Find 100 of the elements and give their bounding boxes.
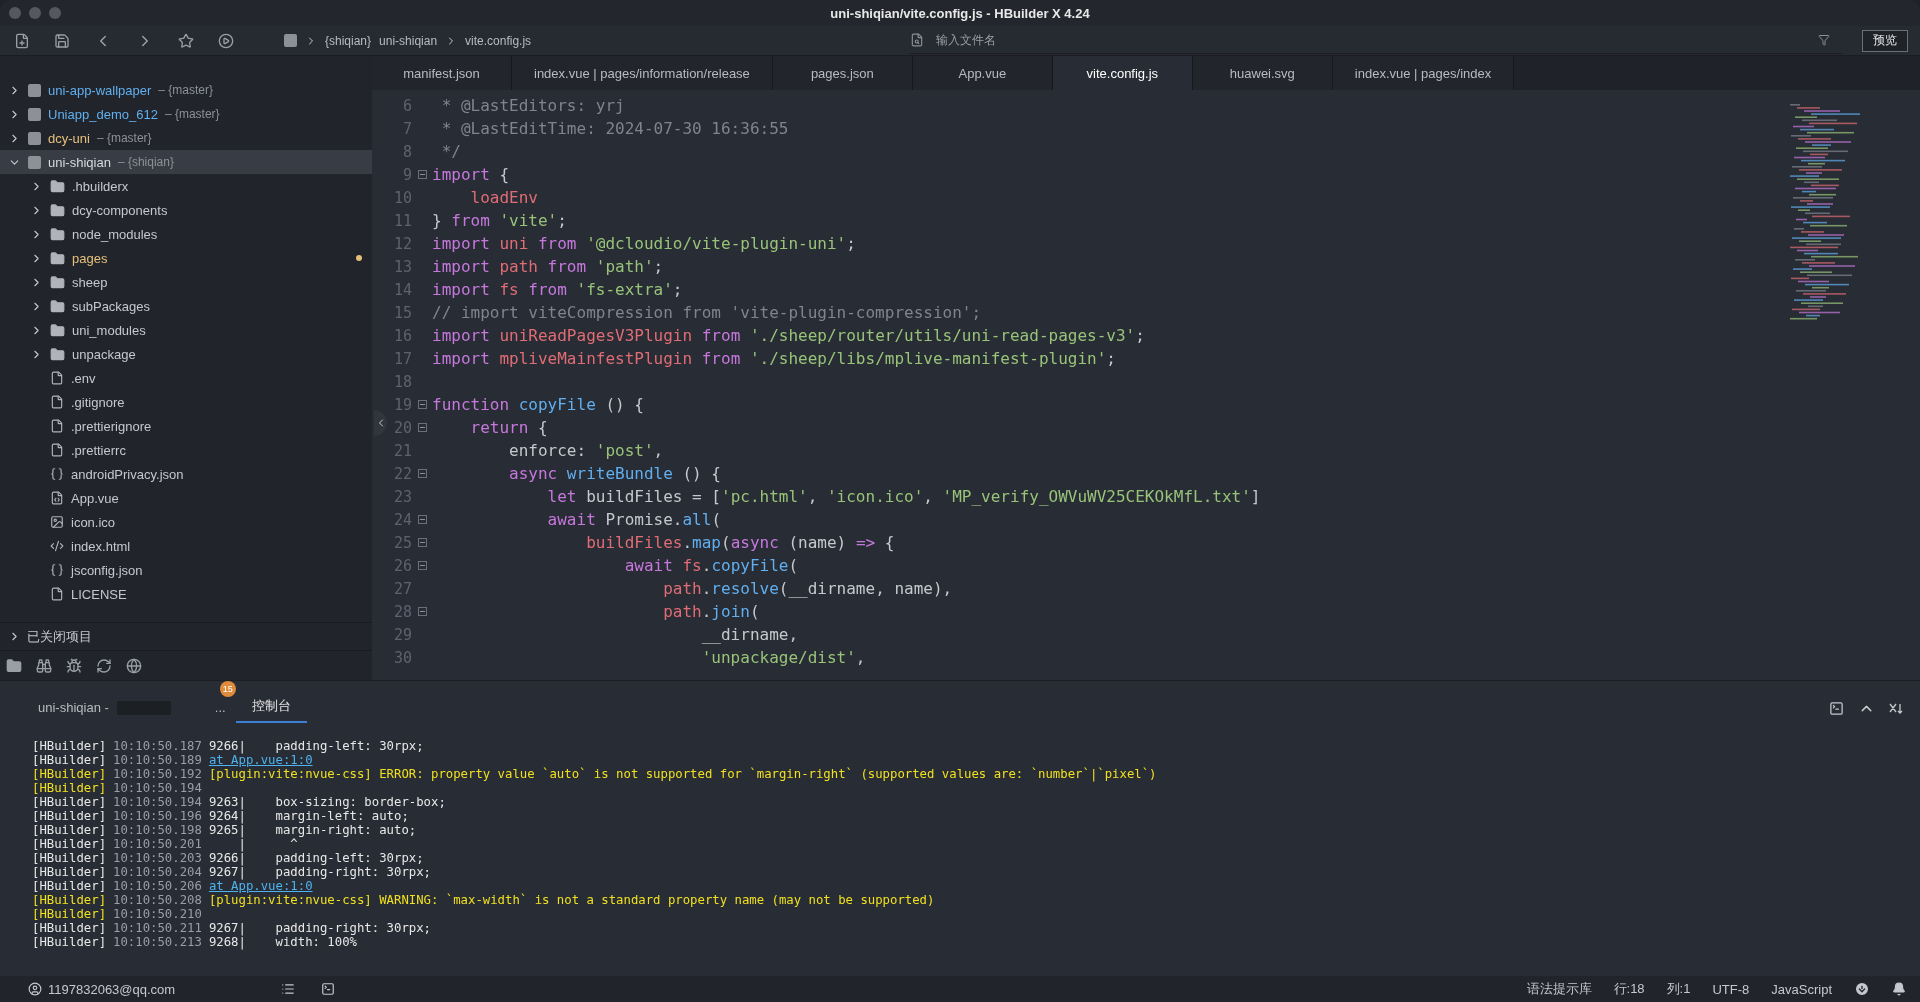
refresh-icon[interactable]: [96, 657, 112, 674]
console-tab[interactable]: 控制台: [235, 697, 307, 723]
tree-item[interactable]: .hbuilderx: [0, 174, 372, 198]
branch-label: {shiqian}: [325, 33, 372, 48]
filter-icon[interactable]: [1818, 34, 1830, 46]
bug-icon[interactable]: [66, 657, 82, 674]
search-field[interactable]: 输入文件名: [934, 32, 1808, 48]
tree-item[interactable]: index.html: [0, 534, 372, 558]
line-number: 24: [392, 510, 412, 529]
folder-icon: [50, 250, 65, 266]
project-icon: [28, 107, 41, 121]
download-icon[interactable]: [1854, 981, 1870, 997]
clear-down-icon[interactable]: [1889, 702, 1904, 715]
tree-item[interactable]: pages: [0, 246, 372, 270]
tree-item[interactable]: .gitignore: [0, 390, 372, 414]
branch-label: – {master}: [164, 107, 220, 121]
log-time: 10:10:50.204: [113, 865, 202, 879]
code-line: let buildFiles = ['pc.html', 'icon.ico', 'MP_verify_OWVuWV25CEKOkMfL.txt']: [546, 487, 1261, 506]
fold-icon[interactable]: [417, 423, 427, 432]
log-link[interactable]: at App.vue:1:0: [208, 879, 313, 893]
code-line: import uniReadPagesV3Plugin from './sheep/router/utils/uni-read-pages-v3';: [432, 326, 1145, 345]
folder-icon: [50, 346, 65, 362]
tree-item[interactable]: unpackage: [0, 342, 372, 366]
editor-tab[interactable]: vite.config.js: [1052, 56, 1193, 90]
status-item[interactable]: 行:18: [1613, 980, 1645, 998]
project-name: Uniapp_demo_612: [48, 106, 158, 122]
log-link[interactable]: at App.vue:1:0: [208, 753, 313, 767]
fold-icon[interactable]: [417, 170, 427, 179]
tree-item[interactable]: node_modules: [0, 222, 372, 246]
tree-item[interactable]: .prettierrc: [0, 438, 372, 462]
tree-item[interactable]: androidPrivacy.json: [0, 462, 372, 486]
line-number: 28: [392, 602, 412, 621]
tree-item[interactable]: .prettierignore: [0, 414, 372, 438]
console-tab[interactable]: uni-shiqian -: [22, 700, 187, 723]
tree-item[interactable]: App.vue: [0, 486, 372, 510]
code-line: function copyFile () {: [432, 395, 644, 414]
code-line: * @LastEditors: yrj: [440, 96, 625, 115]
file-icon: [50, 371, 64, 385]
log-time: 10:10:50.210: [113, 907, 202, 921]
tree-item[interactable]: LICENSE: [0, 582, 372, 606]
log-message: | ^: [238, 837, 298, 851]
fold-icon[interactable]: [417, 400, 427, 409]
tree-item[interactable]: sheep: [0, 270, 372, 294]
log-source: [HBuilder]: [32, 809, 107, 823]
tree-item[interactable]: jsconfig.json: [0, 558, 372, 582]
line-number: 20: [392, 418, 412, 437]
globe-icon[interactable]: [126, 657, 142, 674]
fold-icon[interactable]: [417, 469, 427, 478]
breadcrumb-item[interactable]: vite.config.js: [465, 33, 532, 48]
project-row[interactable]: Uniapp_demo_612 – {master}: [0, 102, 372, 126]
status-item[interactable]: JavaScript: [1771, 981, 1832, 997]
fold-icon[interactable]: [417, 515, 427, 524]
tree-item[interactable]: subPackages: [0, 294, 372, 318]
closed-projects-row[interactable]: 已关闭项目: [0, 622, 372, 650]
account-label[interactable]: 1197832063@qq.com: [48, 981, 176, 997]
status-item[interactable]: 列:1: [1666, 980, 1691, 998]
log-time: 10:10:50.201: [113, 837, 202, 851]
log-message: 9268| width: 100%: [208, 935, 357, 949]
terminal-icon[interactable]: [1829, 701, 1844, 716]
tree-item[interactable]: uni_modules: [0, 318, 372, 342]
code-line: path.resolve(__dirname, name),: [662, 579, 953, 598]
project-row[interactable]: uni-app-wallpaper – {master}: [0, 78, 372, 102]
log-source: [HBuilder]: [32, 739, 107, 753]
log-message: 9263| box-sizing: border-box;: [208, 795, 446, 809]
image-icon: [50, 515, 64, 529]
folder-icon[interactable]: [6, 657, 22, 674]
project-row[interactable]: dcy-uni – {master}: [0, 126, 372, 150]
log-source: [HBuilder]: [32, 893, 107, 907]
preview-button[interactable]: 预览: [1862, 29, 1908, 52]
line-number: 27: [392, 579, 412, 598]
item-name: .prettierignore: [71, 418, 152, 434]
star-icon[interactable]: [178, 32, 194, 49]
line-number: 23: [392, 487, 412, 506]
code-file-icon: [50, 491, 64, 505]
run-icon[interactable]: [218, 32, 234, 49]
fold-icon[interactable]: [417, 538, 427, 547]
log-message: [plugin:vite:nvue-css] WARNING: `max-width` is not a standard property name (may not be supported): [208, 893, 935, 907]
terminal-icon[interactable]: [321, 982, 336, 996]
tree-item[interactable]: dcy-components: [0, 198, 372, 222]
status-item[interactable]: UTF-8: [1712, 981, 1750, 997]
bell-icon[interactable]: [1892, 982, 1906, 996]
item-name: .prettierrc: [71, 442, 126, 458]
binoculars-icon[interactable]: [36, 657, 52, 674]
line-number: 9: [401, 165, 412, 184]
fold-icon[interactable]: [417, 561, 427, 570]
tree-item[interactable]: icon.ico: [0, 510, 372, 534]
list-icon[interactable]: [281, 982, 296, 996]
fold-icon[interactable]: [417, 607, 427, 616]
new-file-icon[interactable]: [14, 32, 30, 49]
log-source: [HBuilder]: [32, 935, 107, 949]
log-time: 10:10:50.189: [113, 753, 202, 767]
log-source: [HBuilder]: [32, 823, 107, 837]
line-number: 21: [392, 441, 412, 460]
code-line: await Promise.all(: [546, 510, 721, 529]
breadcrumb-item[interactable]: uni-shiqian: [379, 33, 438, 48]
project-row[interactable]: uni-shiqian – {shiqian}: [0, 150, 372, 174]
tree-item[interactable]: .env: [0, 366, 372, 390]
item-name: jsconfig.json: [71, 562, 143, 578]
status-item[interactable]: 语法提示库: [1526, 980, 1592, 998]
save-icon[interactable]: [54, 32, 70, 49]
